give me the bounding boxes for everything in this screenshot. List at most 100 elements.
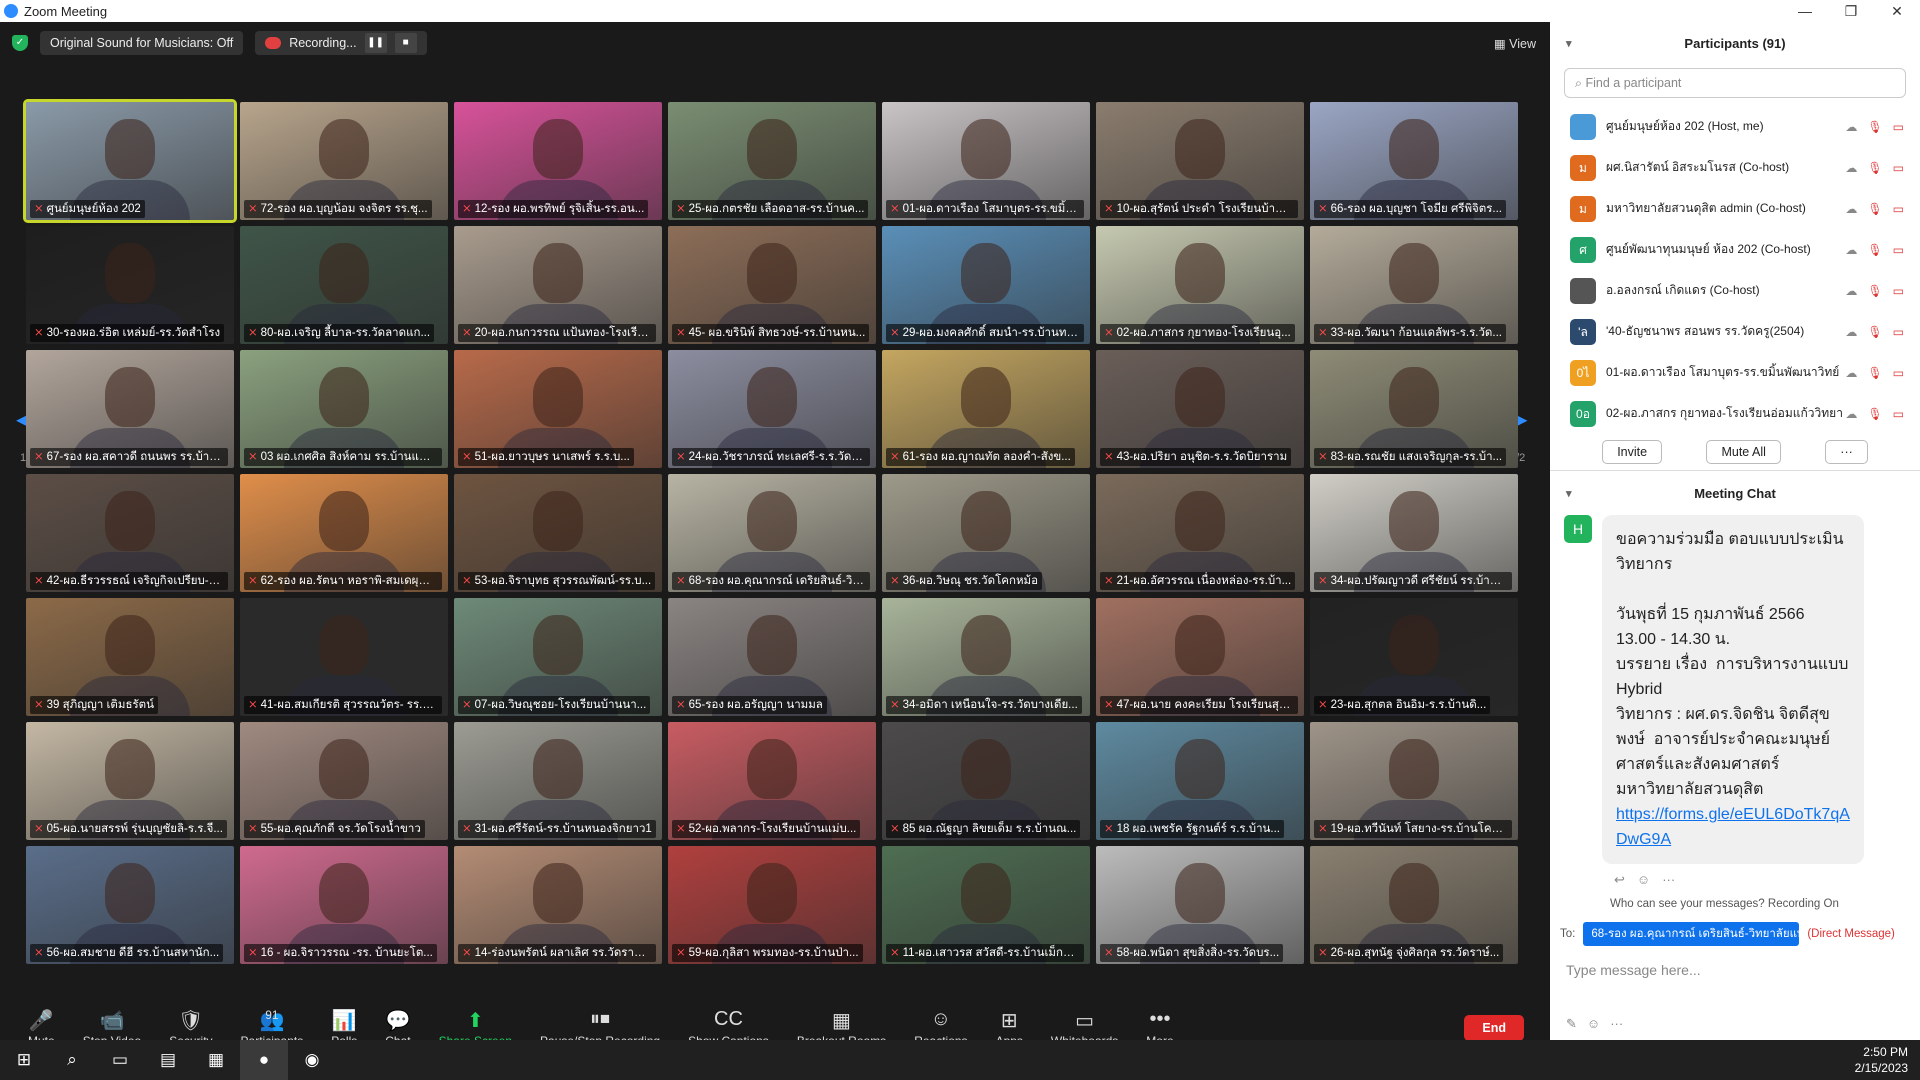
system-clock[interactable]: 2:50 PM 2/15/2023 xyxy=(1855,1044,1908,1076)
store-icon[interactable]: ▦ xyxy=(192,1040,240,1080)
video-tile[interactable]: ⨯ 68-รอง ผอ.คุณากรณ์ เดริยสินธ์-วิท... xyxy=(668,474,876,592)
video-tile[interactable]: ⨯ 02-ผอ.ภาสกร กุยาทอง-โรงเรียนอุ... xyxy=(1096,226,1304,344)
video-tile[interactable]: ⨯ 53-ผอ.จิราบุทธ สุวรรณพัฒน์-รร.บ... xyxy=(454,474,662,592)
video-tile[interactable]: ⨯ 03 ผอ.เกศศิล สิงห์คาม รร.บ้านแพง... xyxy=(240,350,448,468)
video-tile[interactable]: ⨯ 16 - ผอ.จิราวรรณ -รร. บ้านยะโต... xyxy=(240,846,448,964)
video-tile[interactable]: ⨯ 52-ผอ.พลากร-โรงเรียนบ้านแม่บ... xyxy=(668,722,876,840)
start-icon[interactable]: ⊞ xyxy=(0,1040,48,1080)
video-tile[interactable]: ⨯ 56-ผอ.สมชาย ดีฮี รร.บ้านสหานัก... xyxy=(26,846,234,964)
participant-row[interactable]: ศ ศูนย์พัฒนาทุนมนุษย์ ห้อง 202 (Co-host) ☁… xyxy=(1550,229,1920,270)
video-tile[interactable]: ⨯ 43-ผอ.ปริยา อนุชิต-ร.ร.วัดบิยาราม xyxy=(1096,350,1304,468)
participant-name-label: ⨯ 85 ผอ.ณัฐญา ลิขยเด็ม ร.ร.บ้านณ... xyxy=(886,820,1081,838)
invite-button[interactable]: Invite xyxy=(1602,440,1663,464)
video-tile[interactable]: ⨯ 29-ผอ.มงคลศักดิ์ สมนำ-รร.บ้านทรเม... xyxy=(882,226,1090,344)
participants-more-button[interactable]: ··· xyxy=(1825,440,1868,464)
video-tile[interactable]: ⨯ 58-ผอ.พนิดา สุขสิ่งสิ่ง-รร.วัดบร... xyxy=(1096,846,1304,964)
participant-row[interactable]: ม ผศ.นิสารัตน์ อิสระมโนรส (Co-host) ☁ 🎙 ▭ xyxy=(1550,147,1920,188)
video-tile[interactable]: ⨯ 07-ผอ.วิษณุชอย-โรงเรียนบ้านนา... xyxy=(454,598,662,716)
video-tile[interactable]: ⨯ 19-ผอ.ทวีนันท์ โสยาง-รร.บ้านโคกศรี xyxy=(1310,722,1518,840)
format-icon[interactable]: ✎ xyxy=(1566,1016,1577,1032)
minimize-button[interactable]: — xyxy=(1782,3,1828,20)
video-tile[interactable]: ⨯ 55-ผอ.คุณภักดี จร.วัดโรงน้ำขาว xyxy=(240,722,448,840)
video-tile[interactable]: ⨯ 83-ผอ.รณชัย แสงเจริญกุล-รร.บ้า... xyxy=(1310,350,1518,468)
chat-tools-more-icon[interactable]: ··· xyxy=(1610,1016,1623,1032)
video-tile[interactable]: ⨯ 80-ผอ.เจริญ ลี้บาล-รร.วัดลาดแก... xyxy=(240,226,448,344)
participant-row[interactable]: 'ล '40-ธัญชนาพร สอนพร รร.วัดครู(2504) ☁ 🎙 ▭ xyxy=(1550,311,1920,352)
pause-recording-icon[interactable]: ❚❚ xyxy=(364,33,387,53)
video-tile[interactable]: ⨯ 34-ผอ.ปรัฒญาวดี ศรีชัยน์ รร.บ้านส... xyxy=(1310,474,1518,592)
view-button[interactable]: ▦ View xyxy=(1494,36,1536,51)
original-sound-toggle[interactable]: Original Sound for Musicians: Off xyxy=(40,31,244,55)
participant-silhouette xyxy=(961,119,1011,180)
recorder-taskbar-icon[interactable]: ◉ xyxy=(288,1040,336,1080)
video-tile[interactable]: ⨯ 42-ผอ.ธีรวรรธณ์ เจริญกิจเปรียบ-ร... xyxy=(26,474,234,592)
video-tile[interactable]: ⨯ 61-รอง ผอ.ญาณทัต ลองคำ-สังข... xyxy=(882,350,1090,468)
video-tile[interactable]: ⨯ 47-ผอ.นาย คงคะเรียม โรงเรียนสุรัส... xyxy=(1096,598,1304,716)
video-tile[interactable]: ⨯ 20-ผอ.กนกวรรณ แป้นทอง-โรงเรีย... xyxy=(454,226,662,344)
stop-recording-icon[interactable]: ■ xyxy=(394,33,417,53)
who-can-see-notice[interactable]: Who can see your messages? Recording On xyxy=(1610,898,1920,910)
video-tile[interactable]: ⨯ 66-รอง ผอ.บุญชา โจมีย ศรีพิจิตร... xyxy=(1310,102,1518,220)
participant-row[interactable]: ม มหาวิทยาลัยสวนดุสิต admin (Co-host) ☁ 🎙 ▭ xyxy=(1550,188,1920,229)
muted-mic-icon: ⨯ xyxy=(890,947,900,959)
video-tile[interactable]: ⨯ 12-รอง ผอ.พรทิพย์ รุจิเสิ้น-รร.อน... xyxy=(454,102,662,220)
video-tile[interactable]: ⨯ 72-รอง ผอ.บุญน้อม จงจิตร รร.ชุ... xyxy=(240,102,448,220)
video-tile[interactable]: ⨯ 14-ร่องนพรัตน์ ผลาเลิศ รร.วัดราษฎ... xyxy=(454,846,662,964)
collapse-participants-icon[interactable]: ▾ xyxy=(1566,37,1572,50)
participant-silhouette xyxy=(1175,863,1225,924)
video-tile[interactable]: ⨯ 30-รองผอ.ร่อิต เหล่มย์-รร.วัดสำโรง xyxy=(26,226,234,344)
video-tile[interactable]: ⨯ 45- ผอ.ขรินิพ์ สิทธวงษ์-รร.บ้านหน... xyxy=(668,226,876,344)
mute-all-button[interactable]: Mute All xyxy=(1706,440,1781,464)
video-tile[interactable]: ⨯ 21-ผอ.อัศวรรณ เนื่องหล่อง-รร.บ้า... xyxy=(1096,474,1304,592)
video-tile[interactable]: ⨯ 23-ผอ.สุกตล อินอิม-ร.ร.บ้านดิ... xyxy=(1310,598,1518,716)
message-more-icon[interactable]: ··· xyxy=(1662,872,1675,888)
video-tile[interactable]: ⨯ 25-ผอ.กตรชัย เลือดอาส-รร.บ้านค... xyxy=(668,102,876,220)
chat-input[interactable]: Type message here... xyxy=(1566,962,1920,978)
video-tile[interactable]: ⨯ 36-ผอ.วิษณุ ชร.วัดโคกหม้อ xyxy=(882,474,1090,592)
tile-name: 36-ผอ.วิษณุ ชร.วัดโคกหม้อ xyxy=(902,575,1039,587)
video-tile[interactable]: ⨯ 85 ผอ.ณัฐญา ลิขยเด็ม ร.ร.บ้านณ... xyxy=(882,722,1090,840)
emoji-icon[interactable]: ☺ xyxy=(1587,1016,1600,1032)
zoom-taskbar-icon[interactable]: ● xyxy=(240,1040,288,1080)
file-explorer-icon[interactable]: ▤ xyxy=(144,1040,192,1080)
task-view-icon[interactable]: ▭ xyxy=(96,1040,144,1080)
video-tile[interactable]: ⨯ 51-ผอ.ยาวบุษร นาเสพร์ ร.ร.บ... xyxy=(454,350,662,468)
participant-avatar: ม xyxy=(1570,154,1596,181)
video-tile[interactable]: ⨯ 26-ผอ.สุทนัฐ จุ่งศิลกุล รร.วัดราษ์... xyxy=(1310,846,1518,964)
video-tile[interactable]: ⨯ 01-ผอ.ดาวเรือง โสมาบุตร-รร.ขมิ้น... xyxy=(882,102,1090,220)
participant-list[interactable]: ศูนย์มนุษย์ห้อง 202 (Host, me) ☁ 🎙 ▭ ม ผศ.นิส… xyxy=(1550,106,1920,434)
security-icon: 🛡 xyxy=(178,1010,204,1032)
video-tile[interactable]: ⨯ 11-ผอ.เสาวรส สวัสดี-รร.บ้านเม็กยาว xyxy=(882,846,1090,964)
close-button[interactable]: ✕ xyxy=(1874,3,1920,20)
collapse-chat-icon[interactable]: ▾ xyxy=(1566,487,1572,500)
encryption-shield-icon[interactable]: ✓ xyxy=(12,35,28,51)
participant-row[interactable]: ศูนย์มนุษย์ห้อง 202 (Host, me) ☁ 🎙 ▭ xyxy=(1550,106,1920,147)
video-tile[interactable]: ⨯ 67-รอง ผอ.สคาวดี ถนนพร รร.บ้านท... xyxy=(26,350,234,468)
video-tile[interactable]: ⨯ 10-ผอ.สุรัตน์ ประดำ โรงเรียนบ้านใ... xyxy=(1096,102,1304,220)
recipient-select[interactable]: 68-รอง ผอ.คุณากรณ์ เดริยสินธ์-วิทยาลัยแท… xyxy=(1583,922,1800,946)
video-tile[interactable]: ⨯ 65-รอง ผอ.อรัญญา นามมล xyxy=(668,598,876,716)
reply-icon[interactable]: ↩ xyxy=(1614,872,1625,888)
video-tile[interactable]: ⨯ 24-ผอ.วัชราภรณ์ ทะเลศรี-ร.ร.วัดใน... xyxy=(668,350,876,468)
video-tile[interactable]: ⨯ ศูนย์มนุษย์ห้อง 202 xyxy=(23,99,237,223)
video-tile[interactable]: ⨯ 33-ผอ.วัฒนา ก้อนแดลัพร-ร.ร.วัด... xyxy=(1310,226,1518,344)
participant-search-input[interactable]: ⌕ Find a participant xyxy=(1564,68,1906,98)
participant-row[interactable]: อ.อลงกรณ์ เกิดแดร (Co-host) ☁ 🎙 ▭ xyxy=(1550,270,1920,311)
participant-row[interactable]: 0ไ 01-ผอ.ดาวเรือง โสมาบุตร-รร.ขมิ้นพัฒนาว… xyxy=(1550,352,1920,393)
end-meeting-button[interactable]: End xyxy=(1464,1015,1524,1041)
restore-button[interactable]: ❐ xyxy=(1828,3,1874,20)
video-tile[interactable]: ⨯ 31-ผอ.ศรีรัตน์-รร.บ้านหนองจิกยาว1 xyxy=(454,722,662,840)
participant-name: อ.อลงกรณ์ เกิดแดร (Co-host) xyxy=(1606,283,1760,297)
video-tile[interactable]: ⨯ 39 สุภิญญา เติมธรัตน์ xyxy=(26,598,234,716)
video-tile[interactable]: ⨯ 41-ผอ.สมเกียรติ สุวรรณวัตร- รร.บ้... xyxy=(240,598,448,716)
video-tile[interactable]: ⨯ 62-รอง ผอ.รัตนา หอราพิ-สมเดผุณค... xyxy=(240,474,448,592)
taskbar-search-icon[interactable]: ⌕ xyxy=(48,1040,96,1080)
video-tile[interactable]: ⨯ 59-ผอ.กุลิสา พรมทอง-รร.บ้านป่า... xyxy=(668,846,876,964)
video-tile[interactable]: ⨯ 05-ผอ.นายสรรพ์ รุ่นบุญชัยลิ-ร.ร.จี... xyxy=(26,722,234,840)
participant-row[interactable]: 0อ 02-ผอ.ภาสกร กุยาทอง-โรงเรียนอ่อมแก้ววิ… xyxy=(1550,393,1920,434)
emoji-react-icon[interactable]: ☺ xyxy=(1637,872,1650,888)
video-tile[interactable]: ⨯ 18 ผอ.เพชรัค รัฐกนต์ร์ ร.ร.บ้าน... xyxy=(1096,722,1304,840)
message-link[interactable]: https://forms.gle/eEUL6DoTk7qADwG9A xyxy=(1616,806,1850,848)
video-tile[interactable]: ⨯ 34-อมิดา เหนือนใจ-รร.วัดบางเดีย... xyxy=(882,598,1090,716)
participant-silhouette xyxy=(319,119,369,180)
